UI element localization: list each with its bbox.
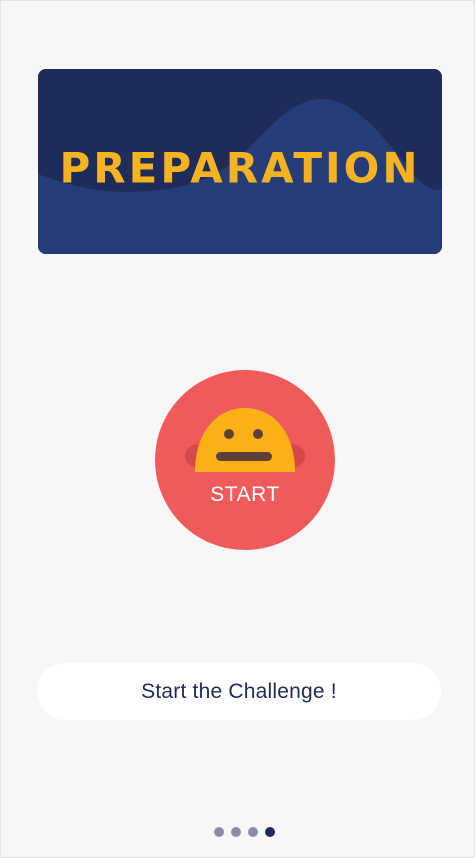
- start-challenge-label: Start the Challenge !: [141, 679, 337, 703]
- start-label: START: [210, 483, 280, 506]
- page-indicator: [1, 827, 474, 837]
- start-challenge-button[interactable]: Start the Challenge !: [37, 663, 441, 720]
- banner-title: PREPARATION: [59, 143, 421, 193]
- page-dot-3[interactable]: [248, 827, 258, 837]
- page-dot-2[interactable]: [231, 827, 241, 837]
- page-dot-4-active[interactable]: [265, 827, 275, 837]
- page-dot-1[interactable]: [214, 827, 224, 837]
- neutral-face-icon: [185, 408, 305, 472]
- preparation-banner: PREPARATION: [38, 69, 442, 254]
- app-screen: PREPARATION START Start the Challenge !: [0, 0, 475, 858]
- start-button[interactable]: START: [155, 370, 335, 550]
